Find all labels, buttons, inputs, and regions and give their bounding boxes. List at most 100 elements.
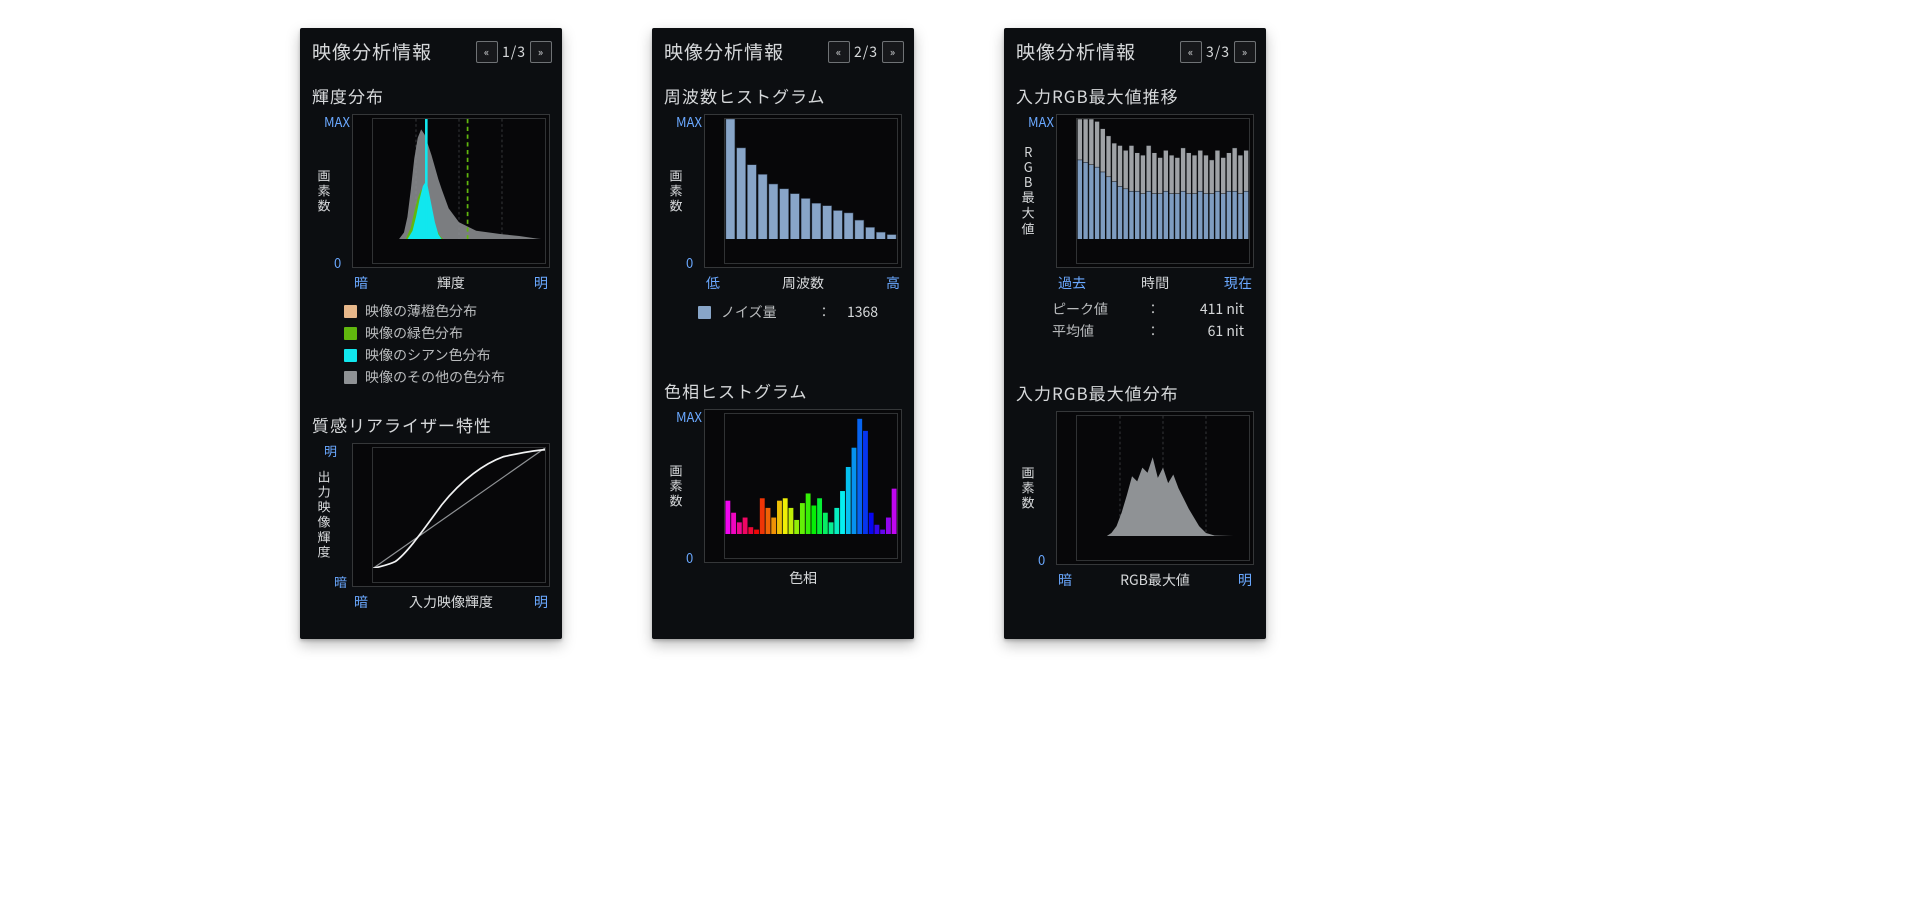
plot-frame [1056, 114, 1254, 268]
x-left-label: 暗 [354, 273, 368, 293]
x-right-label: 明 [1238, 570, 1252, 590]
analysis-panel-2: 映像分析情報 « 2/3 » 周波数ヒストグラム MAX 画素数 0 低 [652, 28, 914, 639]
colon-icon: ： [1146, 320, 1160, 342]
pager-prev-button[interactable]: « [476, 41, 498, 63]
luminance-svg [373, 119, 545, 239]
swatch-icon [344, 327, 357, 340]
x-mid-label: RGB最大値 [1120, 570, 1190, 590]
pager: « 1/3 » [476, 41, 552, 63]
y-zero-label: 0 [686, 253, 693, 272]
section-title: 色相ヒストグラム [664, 378, 902, 403]
plot-frame [1056, 411, 1254, 565]
freq-plot: MAX 画素数 0 低 周波数 高 [690, 114, 902, 296]
section-title: 入力RGB最大値分布 [1016, 380, 1254, 405]
x-mid-label: 輝度 [437, 273, 465, 293]
y-axis-label: 出力映像輝度 [312, 443, 336, 587]
pager-next-button[interactable]: » [882, 41, 904, 63]
panel-header: 映像分析情報 « 2/3 » [652, 28, 914, 77]
legend-item: ピーク値 ： 411 nit [1044, 298, 1244, 320]
x-left-label: 暗 [354, 592, 368, 612]
pager-prev-button[interactable]: « [828, 41, 850, 63]
x-axis: 過去 時間 現在 [1056, 270, 1254, 296]
x-mid-label: 入力映像輝度 [409, 592, 493, 612]
noise-value: 1368 [847, 302, 893, 322]
freq-svg [725, 119, 897, 239]
x-right-label: 現在 [1224, 273, 1252, 293]
pager: « 3/3 » [1180, 41, 1256, 63]
plot-inner [372, 118, 546, 264]
plot-inner [1076, 118, 1250, 264]
y-axis-label: 画素数 [1016, 411, 1040, 565]
section-rgb-dist: 入力RGB最大値分布 画素数 0 暗 R [1004, 374, 1266, 603]
panel-title: 映像分析情報 [1016, 38, 1136, 65]
legend-item: 平均値 ： 61 nit [1044, 320, 1244, 342]
y-zero-label: 0 [1038, 550, 1045, 569]
y-axis-label: 画素数 [664, 409, 688, 563]
rgbdist-svg [1077, 416, 1249, 536]
panel-title: 映像分析情報 [664, 38, 784, 65]
rgbtime-svg [1077, 119, 1249, 239]
tone-svg [373, 448, 545, 568]
plot-frame [704, 114, 902, 268]
legend-item: 映像のその他の色分布 [344, 366, 546, 388]
legend-label: 映像のその他の色分布 [365, 366, 505, 388]
panel-header: 映像分析情報 « 3/3 » [1004, 28, 1266, 77]
legend-label: 映像のシアン色分布 [365, 344, 490, 366]
luminance-plot: MAX 画素数 0 [338, 114, 550, 296]
x-left-label: 過去 [1058, 273, 1086, 293]
rgbdist-plot: 画素数 0 暗 RGB最大値 明 [1042, 411, 1254, 593]
x-right-label: 高 [886, 273, 900, 293]
hue-svg [725, 414, 897, 534]
luminance-legend: 映像の薄橙色分布 映像の緑色分布 映像のシアン色分布 映像のその他の色分布 [312, 296, 550, 396]
hue-plot: MAX 画素数 0 色相 [690, 409, 902, 591]
x-axis: 低 周波数 高 [704, 270, 902, 296]
section-title: 質感リアライザー特性 [312, 412, 550, 437]
swatch-icon [344, 371, 357, 384]
section-title: 輝度分布 [312, 83, 550, 108]
legend-item: 映像の緑色分布 [344, 322, 546, 344]
y-bot-label: 暗 [334, 572, 347, 591]
panel-title: 映像分析情報 [312, 38, 432, 65]
y-axis-label: RGB最大値 [1016, 114, 1040, 268]
pager-number: 2/3 [854, 42, 878, 62]
panel-header: 映像分析情報 « 1/3 » [300, 28, 562, 77]
pager-next-button[interactable]: » [530, 41, 552, 63]
section-title: 入力RGB最大値推移 [1016, 83, 1254, 108]
pager-number: 1/3 [502, 42, 526, 62]
pager-next-button[interactable]: » [1234, 41, 1256, 63]
plot-inner [1076, 415, 1250, 561]
x-left-label: 低 [706, 273, 720, 293]
x-axis: 色相 [704, 565, 902, 591]
y-zero-label: 0 [686, 548, 693, 567]
legend-label: 映像の薄橙色分布 [365, 300, 477, 322]
swatch-icon [344, 305, 357, 318]
y-axis-label: 画素数 [664, 114, 688, 268]
section-hue: 色相ヒストグラム MAX 画素数 0 色相 [652, 372, 914, 601]
x-mid-label: 周波数 [782, 273, 824, 293]
pager-prev-button[interactable]: « [1180, 41, 1202, 63]
analysis-panel-1: 映像分析情報 « 1/3 » 輝度分布 MAX 画素数 0 [300, 28, 562, 639]
section-tone-curve: 質感リアライザー特性 明 出力映像輝度 暗 暗 入力映像輝度 明 [300, 406, 562, 625]
rgbtime-plot: MAX RGB最大値 過去 時間 現在 [1042, 114, 1254, 296]
analysis-panel-3: 映像分析情報 « 3/3 » 入力RGB最大値推移 MAX RGB最大値 過去 [1004, 28, 1266, 639]
plot-inner [724, 118, 898, 264]
swatch-icon [698, 306, 711, 319]
x-right-label: 明 [534, 592, 548, 612]
x-axis: 暗 RGB最大値 明 [1056, 567, 1254, 593]
tone-plot: 明 出力映像輝度 暗 暗 入力映像輝度 明 [338, 443, 550, 615]
legend-item: 映像の薄橙色分布 [344, 300, 546, 322]
legend-label: 平均値 [1052, 320, 1132, 342]
section-rgb-time: 入力RGB最大値推移 MAX RGB最大値 過去 時間 現在 ピ [1004, 77, 1266, 352]
section-title: 周波数ヒストグラム [664, 83, 902, 108]
colon-icon: ： [1146, 298, 1160, 320]
plot-inner [372, 447, 546, 583]
legend-label: 映像の緑色分布 [365, 322, 463, 344]
legend-item: 映像のシアン色分布 [344, 344, 546, 366]
noise-amount-row: ノイズ量 ： 1368 [664, 296, 902, 326]
plot-frame [704, 409, 902, 563]
x-right-label: 明 [534, 273, 548, 293]
legend-value: 411 nit [1174, 298, 1244, 320]
rgbtime-legend: ピーク値 ： 411 nit 平均値 ： 61 nit [1016, 296, 1254, 342]
x-left-label: 暗 [1058, 570, 1072, 590]
swatch-icon [344, 349, 357, 362]
